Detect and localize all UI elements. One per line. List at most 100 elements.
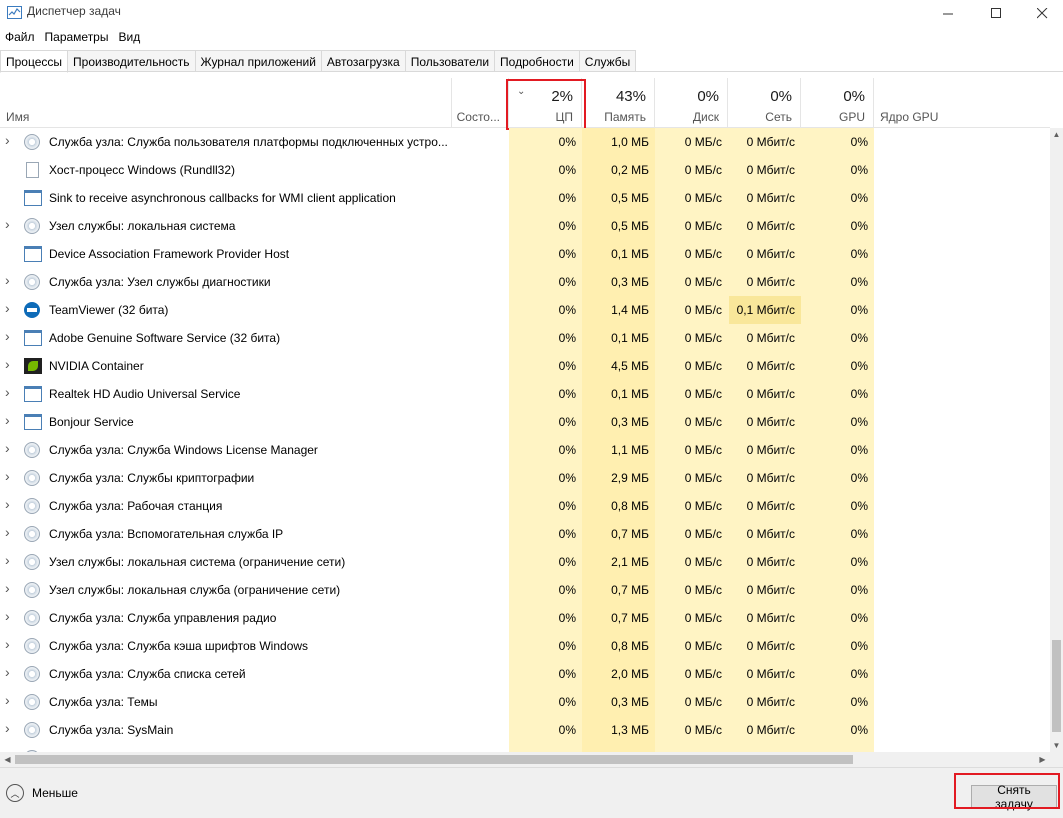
column-gpu[interactable]: 0% GPU (801, 78, 874, 128)
maximize-button[interactable] (973, 0, 1019, 26)
process-row[interactable]: › Служба узла: Служба списка сетей 0% 2,0 М… (0, 660, 1050, 688)
expand-chevron-icon[interactable]: › (5, 496, 10, 512)
menu-options[interactable]: Параметры (40, 27, 114, 47)
cpu-value: 0% (558, 219, 576, 233)
column-network[interactable]: 0% Сеть (728, 78, 801, 128)
process-row[interactable]: › NVIDIA Container 0% 4,5 МБ 0 МБ/с 0 Мбит/с 0… (0, 352, 1050, 380)
network-value: 0 Мбит/с (746, 723, 795, 737)
menu-file[interactable]: Файл (0, 27, 40, 47)
disk-value: 0 МБ/с (684, 639, 722, 653)
expand-chevron-icon[interactable]: › (5, 300, 10, 316)
expand-chevron-icon[interactable]: › (5, 636, 10, 652)
process-row[interactable]: › Служба узла: Служба кэша шрифтов Window… (0, 632, 1050, 660)
process-row[interactable]: › Служба узла: Служба Windows License Man… (0, 436, 1050, 464)
tab-processes[interactable]: Процессы (0, 50, 69, 73)
scroll-right-icon[interactable]: ▶ (1035, 752, 1050, 767)
process-row[interactable]: ›Служба узла: Служба...0%1,0 МБ0 МБ/с0 М… (0, 744, 1050, 752)
vertical-scroll-thumb[interactable] (1052, 640, 1061, 732)
memory-value: 0,2 МБ (611, 163, 649, 177)
expand-chevron-icon[interactable]: › (5, 328, 10, 344)
tab-performance[interactable]: Производительность (68, 50, 196, 72)
expand-chevron-icon[interactable]: › (5, 608, 10, 624)
expand-chevron-icon[interactable]: › (5, 216, 10, 232)
gear-icon (24, 470, 40, 486)
minimize-button[interactable] (925, 0, 971, 26)
process-row[interactable]: › Узел службы: локальная система 0% 0,5 МБ 0… (0, 212, 1050, 240)
process-row[interactable]: › Adobe Genuine Software Service (32 бита… (0, 324, 1050, 352)
process-row[interactable]: › Bonjour Service 0% 0,3 МБ 0 МБ/с 0 Мбит/с 0% (0, 408, 1050, 436)
process-row[interactable]: › Служба узла: Рабочая станция 0% 0,8 МБ 0 М… (0, 492, 1050, 520)
expand-chevron-icon[interactable]: › (5, 412, 10, 428)
expand-chevron-icon[interactable]: › (5, 552, 10, 568)
process-name: Служба узла: Служба пользователя платфор… (49, 135, 448, 149)
memory-total: 43% (615, 88, 646, 105)
memory-value: 1,4 МБ (611, 303, 649, 317)
column-status[interactable]: Состо... (452, 78, 509, 128)
close-button[interactable] (1019, 0, 1063, 26)
tab-services[interactable]: Службы (579, 50, 637, 72)
expand-chevron-icon[interactable]: › (5, 692, 10, 708)
expand-chevron-icon[interactable]: › (5, 468, 10, 484)
process-row[interactable]: › Служба узла: Узел службы диагностики 0% 0… (0, 268, 1050, 296)
gpu-value: 0% (850, 359, 868, 373)
expand-chevron-icon[interactable]: › (5, 384, 10, 400)
expand-chevron-icon[interactable]: › (5, 356, 10, 372)
process-row[interactable]: › Служба узла: SysMain 0% 1,3 МБ 0 МБ/с 0 Мби… (0, 716, 1050, 744)
process-row[interactable]: › Служба узла: Службы криптографии 0% 2,9 М… (0, 464, 1050, 492)
expand-chevron-icon[interactable]: › (5, 132, 10, 148)
memory-value: 1,1 МБ (611, 443, 649, 457)
fewer-details-toggle[interactable]: ︿ Меньше (6, 784, 78, 802)
tabs-divider (0, 71, 1063, 72)
process-row[interactable]: › Служба узла: Служба пользователя платфо… (0, 128, 1050, 156)
process-name: Служба узла: Служба Windows License Mana… (49, 443, 318, 457)
nvidia-icon (24, 358, 42, 374)
cpu-value: 0% (558, 387, 576, 401)
minimize-icon (942, 13, 953, 14)
tab-users[interactable]: Пользователи (405, 50, 496, 72)
memory-value: 4,5 МБ (611, 359, 649, 373)
column-gpu-engine[interactable]: Ядро GPU (874, 78, 1050, 128)
expand-chevron-icon[interactable]: › (5, 720, 10, 736)
expand-chevron-icon[interactable]: › (5, 664, 10, 680)
process-row[interactable]: › Узел службы: локальная система (огранич… (0, 548, 1050, 576)
scroll-up-icon[interactable]: ▲ (1050, 128, 1063, 141)
expand-chevron-icon[interactable]: › (5, 580, 10, 596)
gpu-value: 0% (850, 667, 868, 681)
column-disk[interactable]: 0% Диск (655, 78, 728, 128)
scroll-left-icon[interactable]: ◀ (0, 752, 15, 767)
process-row[interactable]: › Служба узла: Темы 0% 0,3 МБ 0 МБ/с 0 Мбит/с… (0, 688, 1050, 716)
column-memory[interactable]: 43% Память (582, 78, 655, 128)
tab-startup[interactable]: Автозагрузка (321, 50, 406, 72)
network-value: 0 Мбит/с (746, 639, 795, 653)
process-row[interactable]: › TeamViewer (32 бита) 0% 1,4 МБ 0 МБ/с 0,1 М… (0, 296, 1050, 324)
tab-app-history[interactable]: Журнал приложений (195, 50, 322, 72)
expand-chevron-icon[interactable]: › (5, 440, 10, 456)
network-value: 0 Мбит/с (746, 331, 795, 345)
cpu-value: 0% (558, 499, 576, 513)
disk-value: 0 МБ/с (684, 415, 722, 429)
menu-view[interactable]: Вид (113, 27, 145, 47)
process-name: Bonjour Service (49, 415, 134, 429)
process-row[interactable]: › Служба узла: Служба управления радио 0% 0… (0, 604, 1050, 632)
process-name: Служба узла: Рабочая станция (49, 499, 223, 513)
column-memory-label: Память (604, 110, 646, 124)
horizontal-scroll-thumb[interactable] (15, 755, 853, 764)
network-value: 0 Мбит/с (746, 163, 795, 177)
disk-value: 0 МБ/с (684, 471, 722, 485)
process-row[interactable]: Sink to receive asynchronous callbacks f… (0, 184, 1050, 212)
window-icon (24, 386, 42, 402)
process-row[interactable]: Device Association Framework Provider Ho… (0, 240, 1050, 268)
column-name[interactable]: Имя (0, 78, 452, 128)
process-row[interactable]: › Узел службы: локальная служба (ограниче… (0, 576, 1050, 604)
expand-chevron-icon[interactable]: › (5, 272, 10, 288)
process-name: Служба узла: Службы криптографии (49, 471, 255, 485)
process-row[interactable]: Хост-процесс Windows (Rundll32) 0% 0,2 МБ 0… (0, 156, 1050, 184)
process-row[interactable]: › Realtek HD Audio Universal Service 0% 0,1… (0, 380, 1050, 408)
process-row[interactable]: › Служба узла: Вспомогательная служба IP 0… (0, 520, 1050, 548)
gpu-total: 0% (843, 88, 865, 105)
expand-chevron-icon[interactable]: › (5, 524, 10, 540)
vertical-scrollbar[interactable]: ▲ ▼ (1050, 128, 1063, 752)
scroll-down-icon[interactable]: ▼ (1050, 739, 1063, 752)
horizontal-scrollbar[interactable]: ◀ ▶ (0, 752, 1050, 767)
tab-details[interactable]: Подробности (495, 50, 580, 72)
